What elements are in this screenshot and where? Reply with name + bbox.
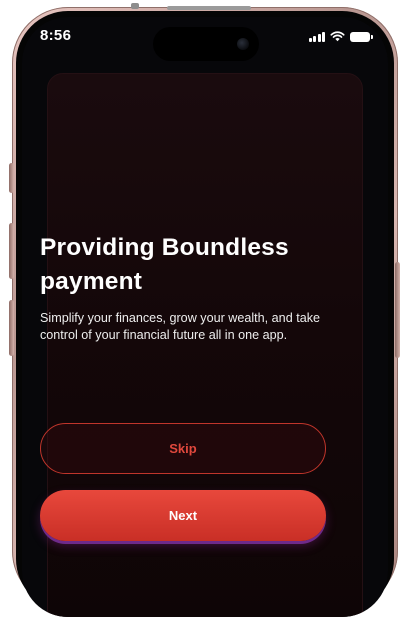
signal-icon — [308, 31, 325, 42]
top-speaker-mark — [131, 3, 139, 9]
front-camera-icon — [237, 38, 249, 50]
volume-up-button — [9, 223, 14, 279]
next-button[interactable]: Next — [40, 490, 326, 541]
status-time: 8:56 — [40, 27, 72, 44]
power-button — [395, 262, 400, 358]
volume-down-button — [9, 300, 14, 356]
dynamic-island — [153, 27, 259, 61]
onboarding-description: Simplify your finances, grow your wealth… — [40, 311, 320, 342]
top-frame-mark — [167, 6, 251, 10]
skip-button[interactable]: Skip — [40, 423, 326, 474]
battery-icon — [350, 32, 373, 42]
status-icons — [308, 30, 373, 42]
action-button — [9, 163, 14, 193]
onboarding-title: Providing Boundless payment — [40, 234, 289, 295]
wifi-icon — [330, 31, 345, 42]
